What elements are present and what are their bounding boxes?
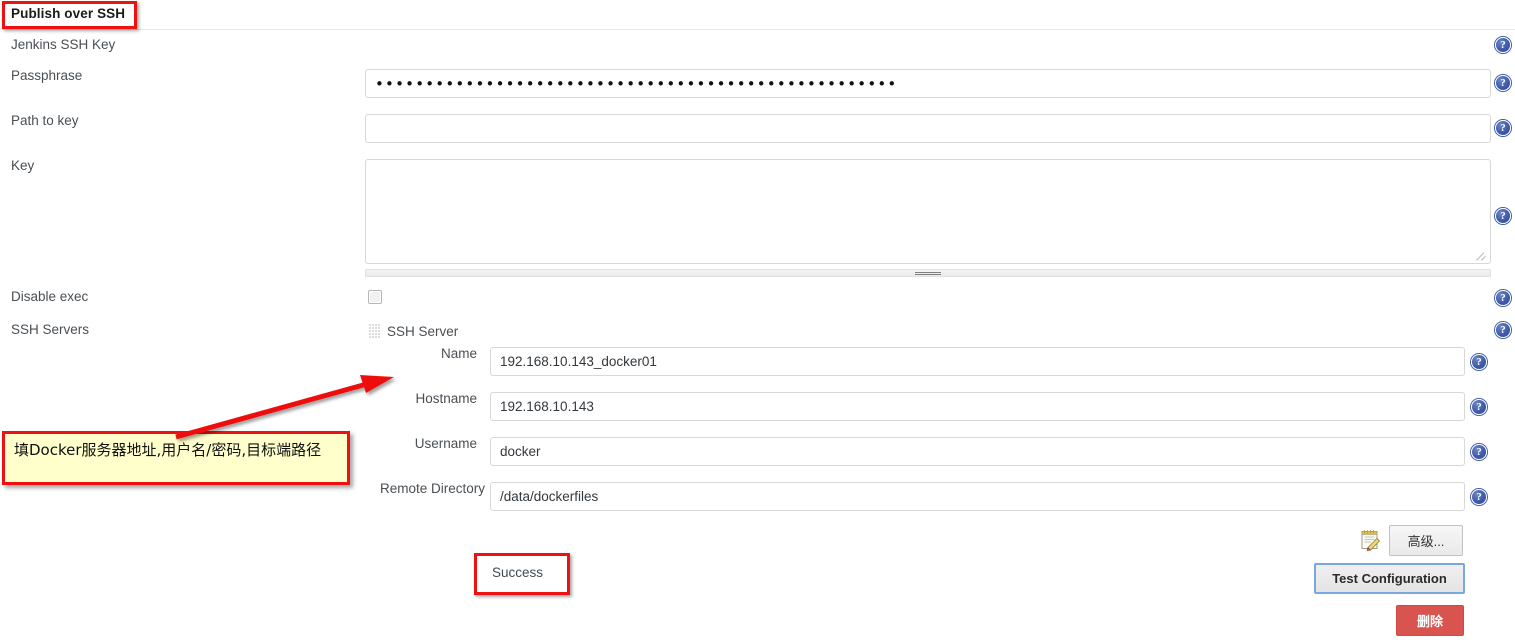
- key-resize-handle[interactable]: [365, 269, 1491, 277]
- ssh-server-heading: SSH Server: [387, 324, 459, 339]
- key-textarea[interactable]: [365, 159, 1491, 264]
- annotation-note-text: 填Docker服务器地址,用户名/密码,目标端路径: [14, 441, 322, 459]
- section-header: Publish over SSH: [0, 0, 1515, 30]
- drag-handle-icon[interactable]: [369, 324, 381, 338]
- notepad-icon: [1361, 530, 1381, 551]
- label-passphrase: Passphrase: [11, 68, 83, 83]
- passphrase-field[interactable]: ••••••••••••••••••••••••••••••••••••••••…: [365, 69, 1491, 98]
- label-hostname: Hostname: [415, 391, 477, 406]
- publish-over-ssh-page: Publish over SSH Jenkins SSH Key Passphr…: [0, 0, 1515, 643]
- disable-exec-checkbox[interactable]: [368, 290, 382, 304]
- ssh-hostname-input[interactable]: [490, 392, 1465, 421]
- help-icon-key[interactable]: ?: [1495, 208, 1511, 224]
- help-icon-disable-exec[interactable]: ?: [1495, 290, 1511, 306]
- help-icon-passphrase[interactable]: ?: [1495, 75, 1511, 91]
- path-to-key-input[interactable]: [365, 114, 1491, 143]
- ssh-remote-directory-input[interactable]: [490, 482, 1465, 511]
- label-name: Name: [440, 346, 477, 361]
- ssh-name-input[interactable]: [490, 347, 1465, 376]
- help-icon-remote-directory[interactable]: ?: [1471, 489, 1487, 505]
- help-icon-path-to-key[interactable]: ?: [1495, 120, 1511, 136]
- page-title: Publish over SSH: [11, 6, 126, 21]
- test-configuration-button[interactable]: Test Configuration: [1314, 563, 1465, 594]
- passphrase-value: ••••••••••••••••••••••••••••••••••••••••…: [375, 75, 898, 93]
- help-icon-jenkins-ssh-key[interactable]: ?: [1495, 37, 1511, 53]
- help-icon-username[interactable]: ?: [1471, 444, 1487, 460]
- label-jenkins-ssh-key: Jenkins SSH Key: [11, 37, 116, 52]
- delete-button[interactable]: 删除: [1396, 605, 1464, 636]
- help-icon-name[interactable]: ?: [1471, 354, 1487, 370]
- ssh-username-input[interactable]: [490, 437, 1465, 466]
- label-path-to-key: Path to key: [11, 113, 79, 128]
- help-icon-hostname[interactable]: ?: [1471, 399, 1487, 415]
- annotation-note: 填Docker服务器地址,用户名/密码,目标端路径: [2, 431, 350, 485]
- help-icon-ssh-servers[interactable]: ?: [1495, 322, 1511, 338]
- label-disable-exec: Disable exec: [11, 289, 89, 304]
- label-key: Key: [11, 158, 35, 173]
- label-ssh-servers: SSH Servers: [11, 322, 90, 337]
- advanced-button[interactable]: 高级...: [1389, 525, 1463, 556]
- test-result-status: Success: [492, 565, 544, 580]
